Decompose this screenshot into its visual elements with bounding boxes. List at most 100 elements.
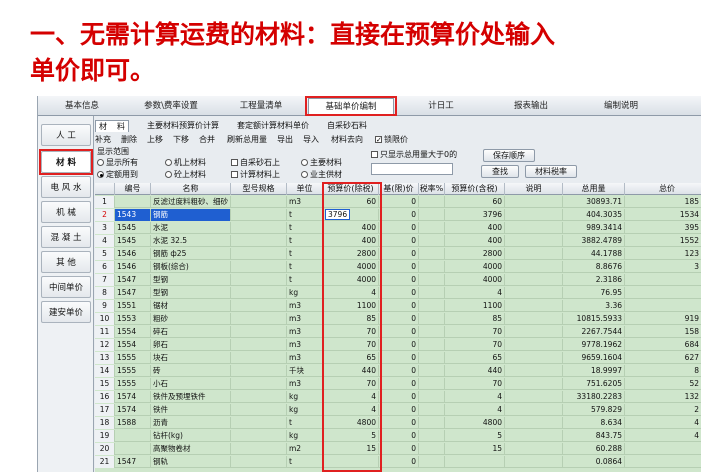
cell-note[interactable]: [505, 313, 563, 325]
cell-total[interactable]: 123: [625, 248, 701, 260]
option-calc-materials[interactable]: 计算材料上: [231, 170, 280, 180]
sidebar-item-construction-price[interactable]: 建安单价: [41, 301, 91, 323]
cell-tax[interactable]: [419, 222, 445, 234]
material-destination-button[interactable]: 材料去向: [331, 134, 363, 146]
cell-tax[interactable]: [419, 274, 445, 286]
material-tax-button[interactable]: 材料税率: [525, 165, 577, 178]
cell-total[interactable]: 3: [625, 261, 701, 273]
cell-name[interactable]: 锯材: [151, 300, 231, 312]
cell-limit[interactable]: 0: [379, 313, 419, 325]
cell-name[interactable]: 水泥 32.5: [151, 235, 231, 247]
cell-note[interactable]: [505, 287, 563, 299]
cell-unit[interactable]: t: [287, 209, 323, 221]
cell-qty[interactable]: 2267.7544: [563, 326, 625, 338]
cell-code[interactable]: [115, 196, 151, 208]
cell-code[interactable]: [115, 443, 151, 455]
cell-price[interactable]: 440: [323, 365, 379, 377]
cell-total[interactable]: 627: [625, 352, 701, 364]
cell-note[interactable]: [505, 352, 563, 364]
cell-qty[interactable]: 8.8676: [563, 261, 625, 273]
cell-unit[interactable]: m3: [287, 196, 323, 208]
col-header-tax-rate[interactable]: 税率%: [419, 183, 445, 195]
table-row[interactable]: 16 1574 铁件及预埋铁件 kg 4 0 4 33180.2283 132: [95, 391, 701, 403]
option-quota-used[interactable]: 定额用到: [97, 170, 138, 180]
cell-note[interactable]: [505, 274, 563, 286]
import-button[interactable]: 导入: [303, 134, 319, 146]
cell-unit[interactable]: t: [287, 248, 323, 260]
cell-tax[interactable]: [419, 313, 445, 325]
cell-limit[interactable]: 0: [379, 391, 419, 403]
cell-tax[interactable]: [419, 300, 445, 312]
table-row[interactable]: 13 1555 块石 m3 65 0 65 9659.1604 627: [95, 352, 701, 364]
cell-spec[interactable]: [231, 196, 287, 208]
cell-note[interactable]: [505, 209, 563, 221]
cell-price-tax[interactable]: [445, 456, 505, 468]
cell-note[interactable]: [505, 456, 563, 468]
cell-qty[interactable]: 44.1788: [563, 248, 625, 260]
cell-unit[interactable]: m3: [287, 300, 323, 312]
cell-unit[interactable]: t: [287, 235, 323, 247]
cell-tax[interactable]: [419, 287, 445, 299]
cell-price[interactable]: 1100: [323, 300, 379, 312]
cell-limit[interactable]: 0: [379, 443, 419, 455]
cell-spec[interactable]: [231, 287, 287, 299]
cell-price-tax[interactable]: 70: [445, 326, 505, 338]
sidebar-item-machinery[interactable]: 机 械: [41, 201, 91, 223]
cell-price-tax[interactable]: 4: [445, 391, 505, 403]
cell-tax[interactable]: [419, 326, 445, 338]
cell-tax[interactable]: [419, 339, 445, 351]
cell-tax[interactable]: [419, 430, 445, 442]
table-row[interactable]: 8 1547 型钢 kg 4 0 4 76.95: [95, 287, 701, 299]
cell-spec[interactable]: [231, 391, 287, 403]
col-header-total-price[interactable]: 总价: [625, 183, 701, 195]
cell-tax[interactable]: [419, 248, 445, 260]
cell-code[interactable]: 1551: [115, 300, 151, 312]
cell-unit[interactable]: m3: [287, 378, 323, 390]
cell-qty[interactable]: 843.75: [563, 430, 625, 442]
save-order-button[interactable]: 保存顺序: [483, 149, 535, 162]
cell-price-tax[interactable]: 60: [445, 196, 505, 208]
only-usage-checkbox[interactable]: 只显示总用量大于0的: [371, 150, 457, 160]
cell-price[interactable]: 65: [323, 352, 379, 364]
cell-unit[interactable]: kg: [287, 430, 323, 442]
cell-price[interactable]: 70: [323, 339, 379, 351]
col-header-note[interactable]: 说明: [505, 183, 563, 195]
usage-threshold-input[interactable]: [371, 163, 453, 175]
cell-tax[interactable]: [419, 261, 445, 273]
cell-price[interactable]: 3796: [323, 209, 379, 221]
cell-qty[interactable]: 60.288: [563, 443, 625, 455]
tab-params-rates[interactable]: 参数\费率设置: [128, 98, 214, 114]
table-row[interactable]: 7 1547 型钢 t 4000 0 4000 2.3186: [95, 274, 701, 286]
cell-total[interactable]: 8: [625, 365, 701, 377]
cell-qty[interactable]: 8.634: [563, 417, 625, 429]
cell-unit[interactable]: kg: [287, 287, 323, 299]
cell-name[interactable]: 钢筋 ф25: [151, 248, 231, 260]
cell-unit[interactable]: t: [287, 261, 323, 273]
move-down-button[interactable]: 下移: [173, 134, 189, 146]
tab-compile-notes[interactable]: 编制说明: [578, 98, 664, 114]
cell-name[interactable]: 钻杆(kg): [151, 430, 231, 442]
cell-qty[interactable]: 3882.4789: [563, 235, 625, 247]
cell-code[interactable]: 1545: [115, 222, 151, 234]
cell-price-tax[interactable]: 1100: [445, 300, 505, 312]
cell-total[interactable]: 684: [625, 339, 701, 351]
cell-qty[interactable]: 751.6205: [563, 378, 625, 390]
table-row[interactable]: 5 1546 钢筋 ф25 t 2800 0 2800 44.1788 123: [95, 248, 701, 260]
cell-spec[interactable]: [231, 222, 287, 234]
table-row[interactable]: 2 1543 钢筋 t 3796 0 3796 404.3035 1534: [95, 209, 701, 221]
cell-spec[interactable]: [231, 261, 287, 273]
table-row[interactable]: 9 1551 锯材 m3 1100 0 1100 3.36: [95, 300, 701, 312]
cell-note[interactable]: [505, 378, 563, 390]
cell-limit[interactable]: 0: [379, 326, 419, 338]
cell-qty[interactable]: 9778.1962: [563, 339, 625, 351]
cell-price[interactable]: 60: [323, 196, 379, 208]
cell-name[interactable]: 砖: [151, 365, 231, 377]
cell-price-tax[interactable]: 15: [445, 443, 505, 455]
cell-qty[interactable]: 76.95: [563, 287, 625, 299]
cell-total[interactable]: [625, 300, 701, 312]
cell-unit[interactable]: m3: [287, 339, 323, 351]
table-row[interactable]: 4 1545 水泥 32.5 t 400 0 400 3882.4789 1552: [95, 235, 701, 247]
cell-total[interactable]: 4: [625, 417, 701, 429]
cell-note[interactable]: [505, 365, 563, 377]
cell-price-tax[interactable]: 4000: [445, 274, 505, 286]
